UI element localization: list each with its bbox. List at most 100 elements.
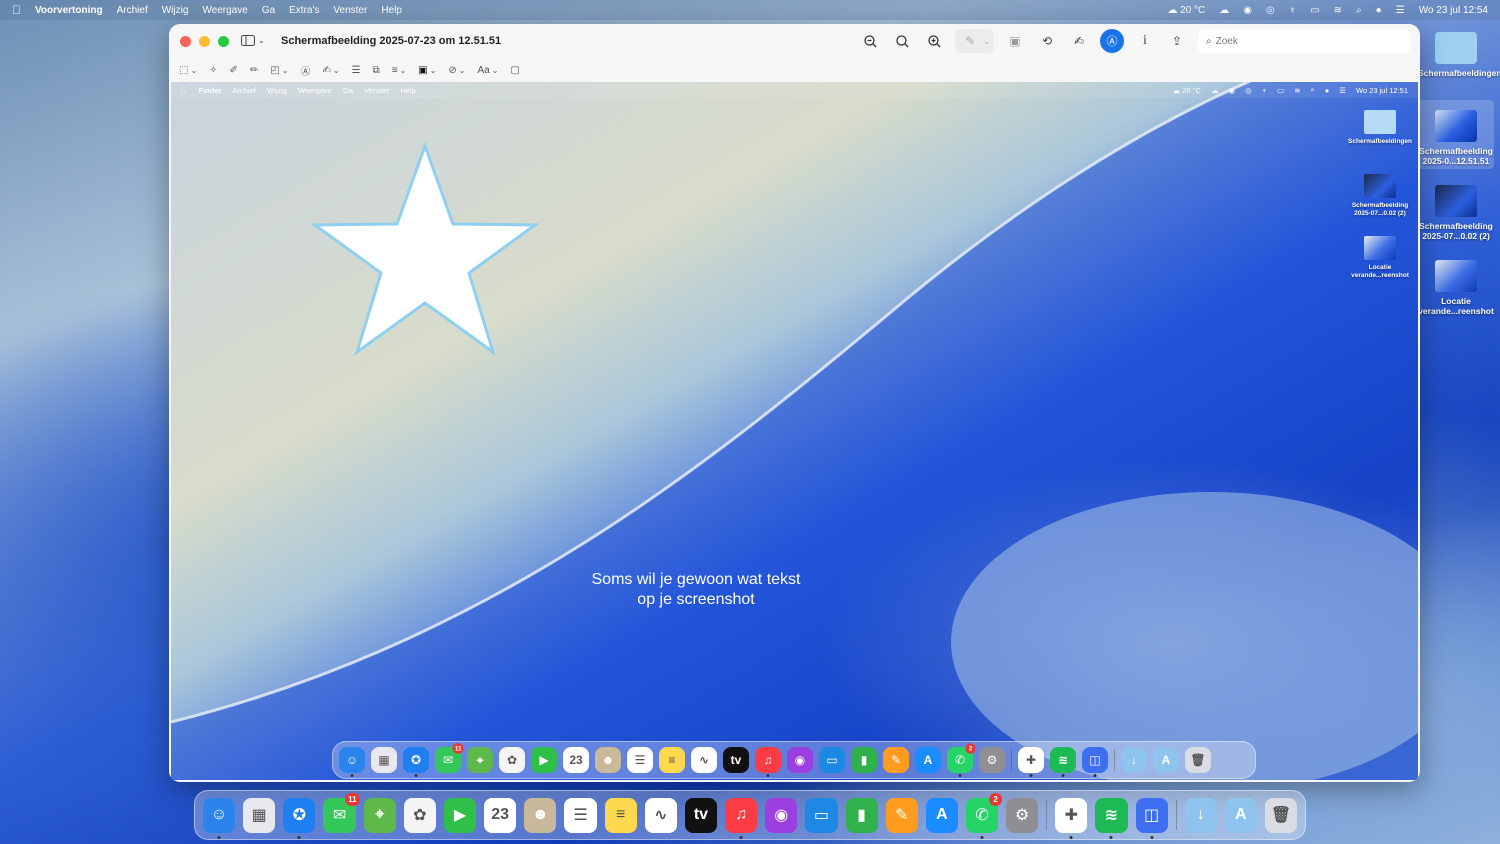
keynote-icon[interactable]: ▭ — [805, 797, 838, 833]
cloud-sync-icon[interactable]: ☁ — [1219, 5, 1229, 16]
music-icon[interactable]: ♫ — [725, 797, 758, 839]
appletv-icon[interactable]: tv — [684, 797, 718, 833]
messages-icon[interactable]: ✉ 11 — [323, 792, 360, 833]
numbers-icon[interactable]: ▮ — [845, 797, 878, 833]
freeform-icon[interactable]: ∿ — [644, 797, 677, 833]
cloud-icon: ☁ — [1167, 4, 1178, 16]
dock-separator — [1114, 748, 1115, 772]
weather-status[interactable]: ☁ 20 °C — [1167, 5, 1205, 16]
minimize-button[interactable] — [199, 35, 210, 47]
desktop-file-2[interactable]: Schermafbeelding 2025-07...0.02 (2) — [1418, 185, 1494, 241]
menu-help[interactable]: Help — [381, 5, 402, 16]
adjust-color-tool[interactable]: ☰ — [352, 65, 361, 76]
rotate-button[interactable]: ⟲ — [1036, 30, 1058, 52]
instant-alpha-tool[interactable]: ✧ — [209, 65, 217, 76]
markup-toggle-button[interactable]: Ⓐ — [1100, 29, 1124, 53]
airdrop-icon[interactable]: ♆ — [1289, 5, 1297, 16]
menu-venster[interactable]: Venster — [333, 5, 367, 16]
user-icon[interactable]: ◎ — [1266, 5, 1275, 16]
text-style-icon: Aa — [477, 64, 490, 76]
cloud-sync-icon: ☁ — [1210, 85, 1219, 95]
play-status-icon[interactable]: ◉ — [1243, 5, 1252, 16]
search-field[interactable]: ⌕ — [1198, 29, 1410, 53]
zoom-in-button[interactable] — [923, 30, 945, 52]
text-tool[interactable]: Ⓐ — [300, 63, 310, 78]
downloads-folder-icon: ↓ — [1121, 747, 1147, 773]
actual-size-button[interactable] — [891, 30, 913, 52]
highlight-group[interactable]: ✎ ⌄ — [955, 29, 994, 53]
annotate-tool[interactable]: ▢ — [510, 65, 519, 76]
draw-tool[interactable]: ✏ — [250, 65, 258, 76]
downloads-folder-icon[interactable]: ↓ — [1184, 797, 1217, 833]
wifi-icon: ≋ — [1294, 85, 1301, 95]
highlighter-icon[interactable]: ✎ — [959, 30, 981, 52]
control-center-icon[interactable]: ☰ — [1396, 5, 1405, 16]
crop-button[interactable]: ▣ — [1004, 30, 1026, 52]
freeform-icon: ∿ — [691, 747, 717, 773]
signature-button[interactable]: ✍ — [1068, 30, 1090, 52]
slack-icon: ✚ — [1018, 747, 1044, 777]
document-canvas[interactable]:  Finder Archief Wijzig Weergave Ga Vens… — [171, 82, 1418, 780]
spotify-icon[interactable]: ≋ — [1095, 797, 1128, 839]
podcasts-icon[interactable]: ◉ — [765, 797, 798, 833]
photos-icon[interactable]: ✿ — [403, 797, 436, 833]
calendar-icon[interactable]: 23 — [484, 797, 517, 833]
text-style-tool[interactable]: Aa ⌄ — [477, 65, 498, 76]
whatsapp-icon[interactable]: ✆ 2 — [965, 792, 1003, 839]
adjust-size-tool[interactable]: ⧉ — [373, 65, 380, 76]
whatsapp-icon: ✆ 2 — [947, 743, 976, 777]
dock: ☺ ▦ ✪ ✉ 11 ⌖ ✿ ▶ 23 ☻ ☰ ≡ ∿ tv ♫ ◉ ▭ ▮ ✎ A ✆ 2 ⚙ ✚ ≋ ◫ ↓ A 🗑 — [194, 790, 1306, 840]
maps-icon[interactable]: ⌖ — [363, 797, 396, 833]
text-annotation[interactable]: Soms wil je gewoon wat tekst op je scree… — [581, 570, 811, 610]
sketch-tool[interactable]: ✐ — [230, 65, 238, 76]
menu-ga[interactable]: Ga — [262, 5, 275, 16]
zoom-out-button[interactable] — [859, 30, 881, 52]
safari-icon[interactable]: ✪ — [283, 797, 316, 839]
menu-app-name[interactable]: Voorvertoning — [35, 5, 103, 16]
menu-wijzig[interactable]: Wijzig — [162, 5, 189, 16]
facetime-icon[interactable]: ▶ — [443, 797, 477, 833]
border-color-tool[interactable]: ▣ ⌄ — [418, 65, 436, 76]
system-settings-icon[interactable]: ⚙ — [1006, 797, 1039, 833]
zoom-button[interactable] — [218, 35, 229, 47]
fill-color-tool[interactable]: ⊘ ⌄ — [448, 65, 465, 76]
clock[interactable]: Wo 23 jul 12:54 — [1419, 5, 1488, 16]
flag-icon[interactable]: ● — [1376, 5, 1382, 16]
apple-menu-icon[interactable]:  — [12, 3, 21, 17]
search-input[interactable] — [1215, 35, 1396, 47]
info-button[interactable]: i — [1134, 30, 1156, 52]
border-style-tool[interactable]: ≡ ⌄ — [392, 65, 407, 76]
pages-icon[interactable]: ✎ — [885, 797, 918, 833]
chevron-down-icon[interactable]: ⌄ — [983, 37, 990, 46]
trash-icon[interactable]: 🗑 — [1264, 797, 1298, 833]
sign-tool[interactable]: ✍ ⌄ — [322, 65, 339, 76]
preview-icon[interactable]: ◫ — [1135, 797, 1168, 839]
menu-weergave[interactable]: Weergave — [202, 5, 247, 16]
menu-extras[interactable]: Extra's — [289, 5, 319, 16]
slack-icon[interactable]: ✚ — [1055, 797, 1088, 839]
reminders-icon[interactable]: ☰ — [564, 797, 597, 833]
desktop-file-selected[interactable]: Schermafbeelding 2025-0...12.51.51 — [1418, 100, 1494, 169]
contacts-icon[interactable]: ☻ — [524, 797, 557, 833]
preview-window: ⌄ Schermafbeelding 2025-07-23 om 12.51.5… — [169, 24, 1420, 782]
menu-archief[interactable]: Archief — [117, 5, 148, 16]
applications-folder-icon[interactable]: A — [1224, 797, 1257, 833]
notes-icon[interactable]: ≡ — [604, 797, 637, 833]
desktop-file-3[interactable]: Locatie verande...reenshot — [1418, 260, 1494, 316]
close-button[interactable] — [180, 35, 191, 47]
star-annotation[interactable] — [311, 140, 539, 356]
launchpad-icon[interactable]: ▦ — [243, 797, 276, 833]
search-icon[interactable]: ⌕ — [1356, 5, 1362, 16]
play-status-icon: ◉ — [1228, 85, 1235, 95]
display-icon[interactable]: ▭ — [1310, 5, 1319, 16]
desktop-icon-label: Schermafbeelding 2025-07...0.02 (2) — [1419, 221, 1493, 241]
image-thumbnail-icon — [1435, 110, 1477, 142]
shapes-tool[interactable]: ◰ ⌄ — [270, 65, 288, 76]
appstore-icon[interactable]: A — [925, 797, 958, 833]
selection-tool[interactable]: ⬚ ⌄ — [179, 65, 197, 76]
share-button[interactable]: ⇪ — [1166, 30, 1188, 52]
finder-icon[interactable]: ☺ — [203, 797, 236, 839]
wifi-icon[interactable]: ≋ — [1334, 5, 1342, 16]
sidebar-toggle-button[interactable]: ⌄ — [241, 35, 265, 46]
desktop-folder-screenshots[interactable]: Schermafbeeldingen — [1418, 32, 1500, 78]
